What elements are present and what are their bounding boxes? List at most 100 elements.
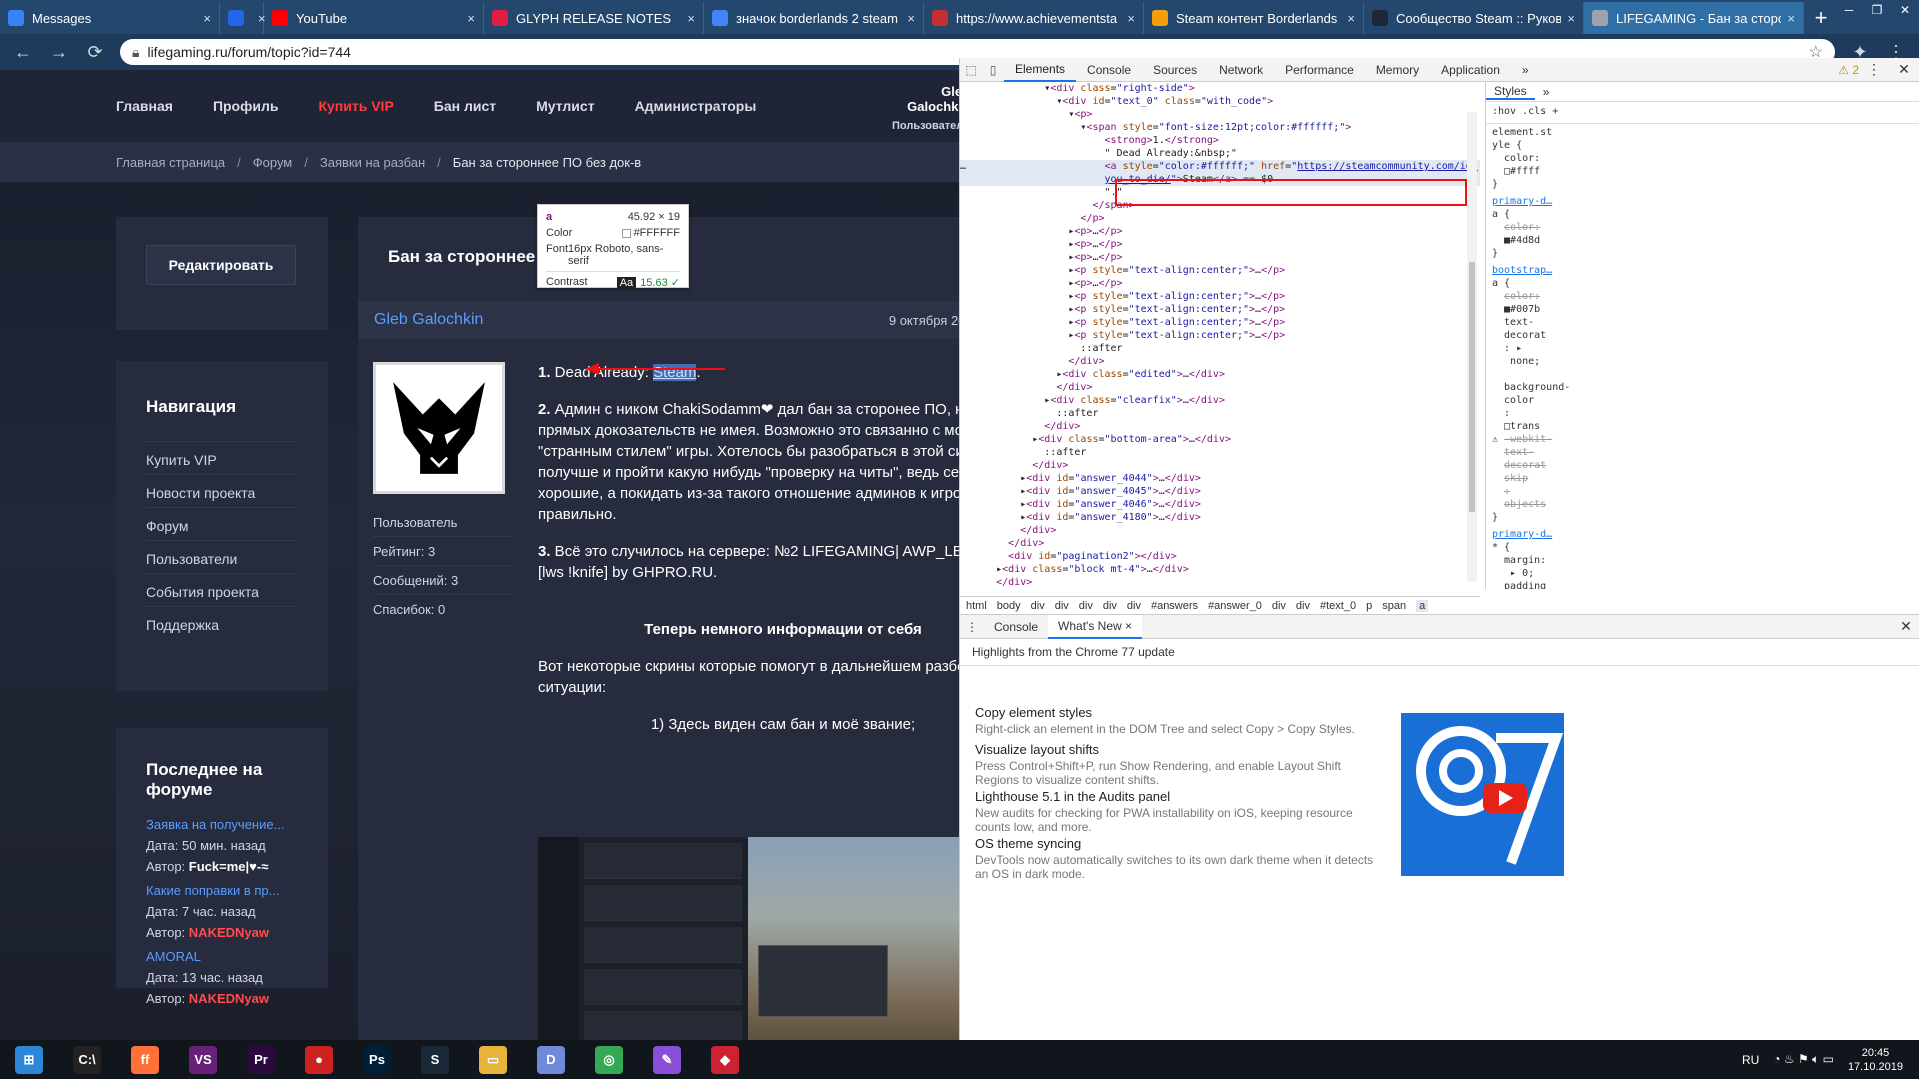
browser-tab[interactable]: https://www.achievementsta ×	[924, 2, 1144, 34]
taskbar-app[interactable]: S	[406, 1040, 464, 1079]
drawer-menu-icon[interactable]: ⋮	[960, 620, 984, 634]
tab-memory[interactable]: Memory	[1365, 58, 1430, 82]
sidebar-item-events[interactable]: События проекта	[146, 573, 296, 600]
tab-application[interactable]: Application	[1430, 58, 1511, 82]
close-tab-icon[interactable]: ×	[203, 11, 211, 26]
taskbar-app[interactable]: C:\	[58, 1040, 116, 1079]
close-drawer-icon[interactable]: ✕	[1892, 618, 1919, 635]
taskbar-app[interactable]: D	[522, 1040, 580, 1079]
latest-post-author[interactable]: NAKEDNyaw	[189, 925, 269, 940]
nav-buy-vip[interactable]: Купить VIP	[318, 98, 393, 114]
user-menu[interactable]: Gleb Galochkin Пользователь	[880, 84, 970, 132]
taskbar-app[interactable]: VS	[174, 1040, 232, 1079]
dom-crumb[interactable]: div	[1296, 600, 1310, 612]
dom-crumb[interactable]: div	[1031, 600, 1045, 612]
language-indicator[interactable]: RU	[1742, 1053, 1759, 1067]
post-author[interactable]: Gleb Galochkin	[374, 311, 483, 329]
dom-crumb[interactable]: div	[1055, 600, 1069, 612]
feature-item[interactable]: Visualize layout shifts Press Control+Sh…	[975, 742, 1375, 787]
taskbar-app[interactable]: ●	[290, 1040, 348, 1079]
warning-count[interactable]: ⚠ 2	[1838, 63, 1859, 77]
device-toolbar-icon[interactable]: ▯	[982, 63, 1004, 77]
latest-post-title[interactable]: AMORAL	[146, 946, 269, 967]
tab-styles[interactable]: Styles	[1486, 84, 1535, 100]
nav-ban-list[interactable]: Бан лист	[434, 98, 496, 114]
dom-crumb[interactable]: #answer_0	[1208, 600, 1262, 612]
nav-admins[interactable]: Администраторы	[635, 98, 757, 114]
dom-crumb[interactable]: span	[1382, 600, 1406, 612]
taskbar-app[interactable]: ▭	[464, 1040, 522, 1079]
sidebar-item-news[interactable]: Новости проекта	[146, 474, 296, 501]
clock[interactable]: 20:45 17.10.2019	[1848, 1046, 1903, 1074]
elements-scrollbar[interactable]	[1467, 112, 1477, 582]
maximize-icon[interactable]: ❐	[1863, 0, 1891, 20]
latest-post-title[interactable]: Какие поправки в пр...	[146, 880, 279, 901]
close-tab-icon[interactable]: ×	[687, 11, 695, 26]
drawer-tab-whats-new[interactable]: What's New ×	[1048, 614, 1143, 639]
drawer-tab-console[interactable]: Console	[984, 615, 1048, 639]
browser-tab[interactable]: Steam контент Borderlands ×	[1144, 2, 1364, 34]
breadcrumb-forum[interactable]: Форум	[253, 155, 293, 170]
tab-console[interactable]: Console	[1076, 58, 1142, 82]
forward-icon[interactable]: →	[48, 42, 70, 63]
close-tab-icon[interactable]: ×	[1567, 11, 1575, 26]
edit-button[interactable]: Редактировать	[146, 245, 296, 285]
taskbar-app[interactable]: ◆	[696, 1040, 754, 1079]
styles-filter[interactable]: :hov .cls +	[1486, 102, 1919, 124]
taskbar-app[interactable]: ⊞	[0, 1040, 58, 1079]
feature-item[interactable]: Copy element styles Right-click an eleme…	[975, 705, 1375, 736]
sidebar-item-forum[interactable]: Форум	[146, 507, 296, 534]
close-tab-icon[interactable]: ×	[907, 11, 915, 26]
close-tab-icon[interactable]: ×	[1127, 11, 1135, 26]
dom-crumb[interactable]: html	[966, 600, 987, 612]
tab-elements[interactable]: Elements	[1004, 58, 1077, 82]
styles-more-icon[interactable]: »	[1535, 85, 1558, 99]
dom-crumb[interactable]: div	[1103, 600, 1117, 612]
breadcrumb-unban-requests[interactable]: Заявки на разбан	[320, 155, 425, 170]
taskbar-app[interactable]: Ps	[348, 1040, 406, 1079]
dom-crumb[interactable]: #answers	[1151, 600, 1198, 612]
close-tab-icon[interactable]: ×	[1787, 11, 1795, 26]
minimize-icon[interactable]: ─	[1835, 0, 1863, 20]
latest-post-author[interactable]: NAKEDNyaw	[189, 991, 269, 1006]
close-devtools-icon[interactable]: ✕	[1889, 61, 1919, 78]
feature-item[interactable]: OS theme syncing DevTools now automatica…	[975, 836, 1375, 881]
dom-crumb[interactable]: div	[1079, 600, 1093, 612]
taskbar-app[interactable]: ◎	[580, 1040, 638, 1079]
dom-crumb[interactable]: body	[997, 600, 1021, 612]
tab-performance[interactable]: Performance	[1274, 58, 1365, 82]
nav-profile[interactable]: Профиль	[213, 98, 279, 114]
sidebar-item-users[interactable]: Пользователи	[146, 540, 296, 567]
latest-post-title[interactable]: Заявка на получение...	[146, 814, 284, 835]
nav-mute-list[interactable]: Мутлист	[536, 98, 594, 114]
breadcrumb-home[interactable]: Главная страница	[116, 155, 225, 170]
elements-tree[interactable]: ▾<div class="right-side"> ▾<div id="text…	[960, 82, 1480, 589]
dom-crumb-selected[interactable]: a	[1416, 599, 1429, 612]
settings-kebab-icon[interactable]: ⋮	[1859, 61, 1889, 78]
tab-network[interactable]: Network	[1208, 58, 1274, 82]
browser-tab[interactable]: Messages ×	[0, 2, 220, 34]
dom-crumb[interactable]: p	[1366, 600, 1372, 612]
browser-tab[interactable]: YouTube ×	[264, 2, 484, 34]
close-tab-icon[interactable]: ×	[1347, 11, 1355, 26]
taskbar-app[interactable]: Pr	[232, 1040, 290, 1079]
new-tab-button[interactable]: +	[1804, 2, 1838, 34]
tray-icons[interactable]: ◔ ♨ ⚑ 🔈︎ ▭	[1773, 1052, 1834, 1067]
ban-screenshot-image[interactable]	[538, 837, 1028, 1040]
feature-item[interactable]: Lighthouse 5.1 in the Audits panel New a…	[975, 789, 1375, 834]
inspect-element-icon[interactable]: ⬚	[960, 63, 982, 77]
chrome-77-video-thumbnail[interactable]	[1401, 713, 1564, 876]
back-icon[interactable]: ←	[12, 42, 34, 63]
sidebar-item-support[interactable]: Поддержка	[146, 606, 296, 633]
close-tab-icon[interactable]: ×	[467, 11, 475, 26]
browser-tab[interactable]: ×	[220, 2, 266, 34]
dom-crumb[interactable]: div	[1127, 600, 1141, 612]
taskbar-app[interactable]: ✎	[638, 1040, 696, 1079]
latest-post-author[interactable]: Fuck=me|♥-≈	[189, 859, 269, 874]
dom-crumb[interactable]: #text_0	[1320, 600, 1356, 612]
dom-crumb[interactable]: div	[1272, 600, 1286, 612]
browser-tab[interactable]: значок borderlands 2 steam ×	[704, 2, 924, 34]
browser-tab[interactable]: Сообщество Steam :: Руков ×	[1364, 2, 1584, 34]
browser-tab[interactable]: GLYPH RELEASE NOTES ×	[484, 2, 704, 34]
browser-tab[interactable]: LIFEGAMING - Бан за сторо ×	[1584, 2, 1804, 34]
